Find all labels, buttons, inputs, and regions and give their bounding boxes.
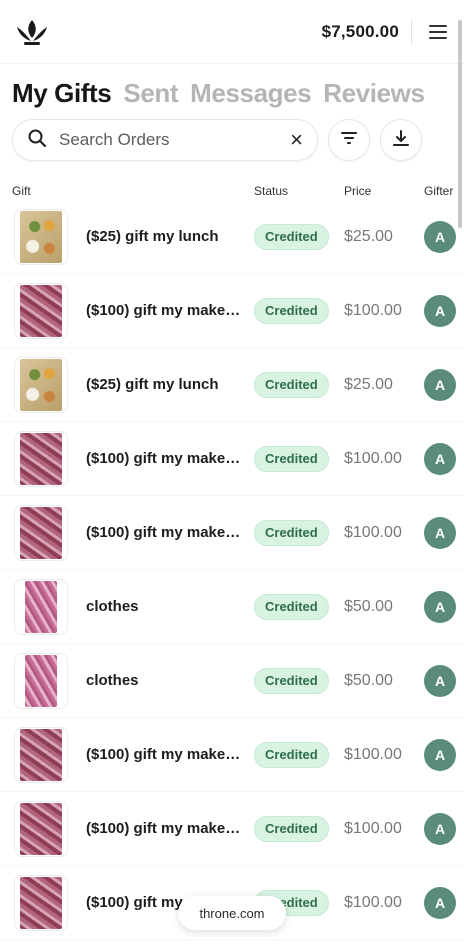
- table-row[interactable]: clothes Credited $50.00 A: [0, 570, 464, 644]
- gift-thumbnail: [14, 282, 68, 339]
- tab-messages[interactable]: Messages: [190, 78, 312, 109]
- table-row[interactable]: ($25) gift my lunch Credited $25.00 A: [0, 200, 464, 274]
- gifter-avatar[interactable]: A: [424, 442, 456, 475]
- gift-thumbnail: [14, 874, 68, 931]
- status-badge: Credited: [254, 667, 329, 694]
- scrollbar[interactable]: [458, 20, 462, 228]
- gifts-table: ($25) gift my lunch Credited $25.00 A ($…: [0, 200, 464, 940]
- balance-amount: $7,500.00: [321, 21, 399, 41]
- download-icon: [392, 129, 410, 152]
- gifter-avatar[interactable]: A: [424, 590, 456, 623]
- gifter-avatar[interactable]: A: [424, 664, 456, 697]
- status-badge: Credited: [254, 519, 329, 546]
- table-row[interactable]: ($100) gift my makeup Credited $100.00 A: [0, 422, 464, 496]
- column-gift[interactable]: Gift: [12, 184, 254, 198]
- table-row[interactable]: ($100) gift my makeup Credited $100.00 A: [0, 496, 464, 570]
- table-row[interactable]: ($100) gift my makeup Credited $100.00 A: [0, 792, 464, 866]
- gift-name: ($100) gift my makeup: [86, 302, 242, 319]
- status-badge: Credited: [254, 297, 329, 324]
- gift-image: [25, 580, 57, 633]
- tab-reviews[interactable]: Reviews: [323, 78, 425, 109]
- gift-price: $100.00: [344, 301, 402, 319]
- gift-image: [20, 284, 62, 337]
- gifter-avatar[interactable]: A: [424, 368, 456, 401]
- download-button[interactable]: [380, 119, 422, 161]
- filter-icon: [340, 131, 358, 150]
- divider: [411, 19, 412, 44]
- tab-my-gifts[interactable]: My Gifts: [12, 78, 112, 109]
- column-price[interactable]: Price: [344, 184, 424, 198]
- gift-thumbnail: [14, 726, 68, 783]
- table-row[interactable]: ($100) gift my makeup Credited $100.00 A: [0, 274, 464, 348]
- gift-thumbnail: [14, 652, 68, 709]
- gift-name: clothes: [86, 672, 139, 689]
- gift-name: ($25) gift my lunch: [86, 228, 219, 245]
- gift-price: $100.00: [344, 745, 402, 763]
- gift-thumbnail: [14, 578, 68, 635]
- top-bar: $7,500.00: [0, 0, 464, 64]
- gifter-avatar[interactable]: A: [424, 516, 456, 549]
- gifter-avatar[interactable]: A: [424, 812, 456, 845]
- gifter-avatar[interactable]: A: [424, 738, 456, 771]
- search-icon: [27, 128, 47, 153]
- gifter-avatar[interactable]: A: [424, 220, 456, 253]
- gift-thumbnail: [14, 208, 68, 265]
- gift-name: ($100) gift my makeup: [86, 524, 242, 541]
- gift-price: $100.00: [344, 523, 402, 541]
- gift-thumbnail: [14, 430, 68, 487]
- hamburger-icon[interactable]: [426, 20, 450, 44]
- gift-name: ($100) gift my makeup: [86, 450, 242, 467]
- clear-search-icon[interactable]: ×: [290, 129, 303, 151]
- table-row[interactable]: ($25) gift my lunch Credited $25.00 A: [0, 348, 464, 422]
- gift-name: ($25) gift my lunch: [86, 376, 219, 393]
- gifter-avatar[interactable]: A: [424, 294, 456, 327]
- gift-price: $100.00: [344, 819, 402, 837]
- status-badge: Credited: [254, 815, 329, 842]
- gift-price: $100.00: [344, 893, 402, 911]
- gift-image: [20, 506, 62, 559]
- gift-image: [20, 728, 62, 781]
- table-row[interactable]: ($100) gift my makeup Credited $100.00 A: [0, 718, 464, 792]
- search-input[interactable]: [59, 130, 291, 150]
- gift-price: $25.00: [344, 227, 393, 245]
- gift-image: [20, 432, 62, 485]
- search-toolbar: ×: [0, 109, 464, 161]
- gift-name: ($100) gift my makeup: [86, 746, 242, 763]
- throne-crown-icon[interactable]: [14, 14, 50, 50]
- gift-name: ($100) gift my makeup: [86, 820, 242, 837]
- column-status[interactable]: Status: [254, 184, 344, 198]
- gift-price: $50.00: [344, 597, 393, 615]
- gifter-avatar[interactable]: A: [424, 886, 456, 919]
- gift-image: [20, 876, 62, 929]
- gift-price: $50.00: [344, 671, 393, 689]
- gift-image: [25, 654, 57, 707]
- gift-price: $100.00: [344, 449, 402, 467]
- status-badge: Credited: [254, 371, 329, 398]
- gift-image: [20, 358, 62, 411]
- status-badge: Credited: [254, 223, 329, 250]
- filter-button[interactable]: [328, 119, 370, 161]
- status-badge: Credited: [254, 445, 329, 472]
- status-badge: Credited: [254, 741, 329, 768]
- search-box: ×: [12, 119, 318, 161]
- tab-bar: My Gifts Sent Messages Reviews: [0, 64, 464, 109]
- gift-image: [20, 802, 62, 855]
- tab-sent[interactable]: Sent: [123, 78, 178, 109]
- gift-thumbnail: [14, 800, 68, 857]
- table-row[interactable]: clothes Credited $50.00 A: [0, 644, 464, 718]
- gift-image: [20, 210, 62, 263]
- gift-price: $25.00: [344, 375, 393, 393]
- gift-name: clothes: [86, 598, 139, 615]
- browser-url-pill[interactable]: throne.com: [178, 896, 286, 930]
- gift-thumbnail: [14, 504, 68, 561]
- gift-thumbnail: [14, 356, 68, 413]
- status-badge: Credited: [254, 593, 329, 620]
